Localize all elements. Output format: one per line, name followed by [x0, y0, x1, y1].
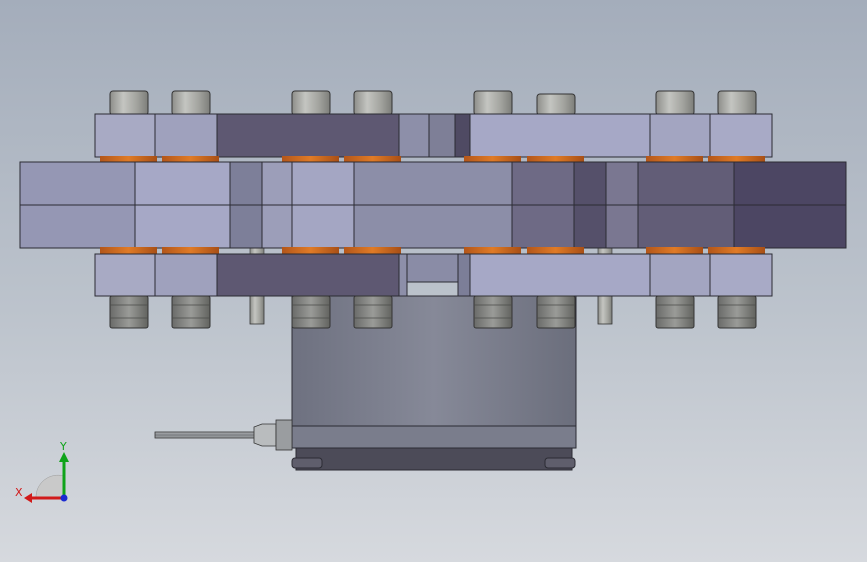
assembly-model[interactable]: [0, 0, 867, 562]
upper-clamp-plates[interactable]: [94, 113, 773, 158]
triad-plane-icon: [35, 474, 65, 499]
x-axis-label: X: [15, 486, 23, 499]
y-axis-label: Y: [59, 440, 67, 453]
main-flange[interactable]: [19, 161, 847, 249]
housing-box[interactable]: [291, 295, 577, 471]
top-bolt-heads[interactable]: [109, 90, 757, 116]
lower-clamp-plates[interactable]: [94, 253, 773, 297]
z-axis-dot-icon: [60, 494, 68, 502]
cad-viewport[interactable]: Y X: [0, 0, 867, 562]
cable-gland[interactable]: [154, 419, 293, 451]
coordinate-triad: Y X: [15, 440, 69, 503]
